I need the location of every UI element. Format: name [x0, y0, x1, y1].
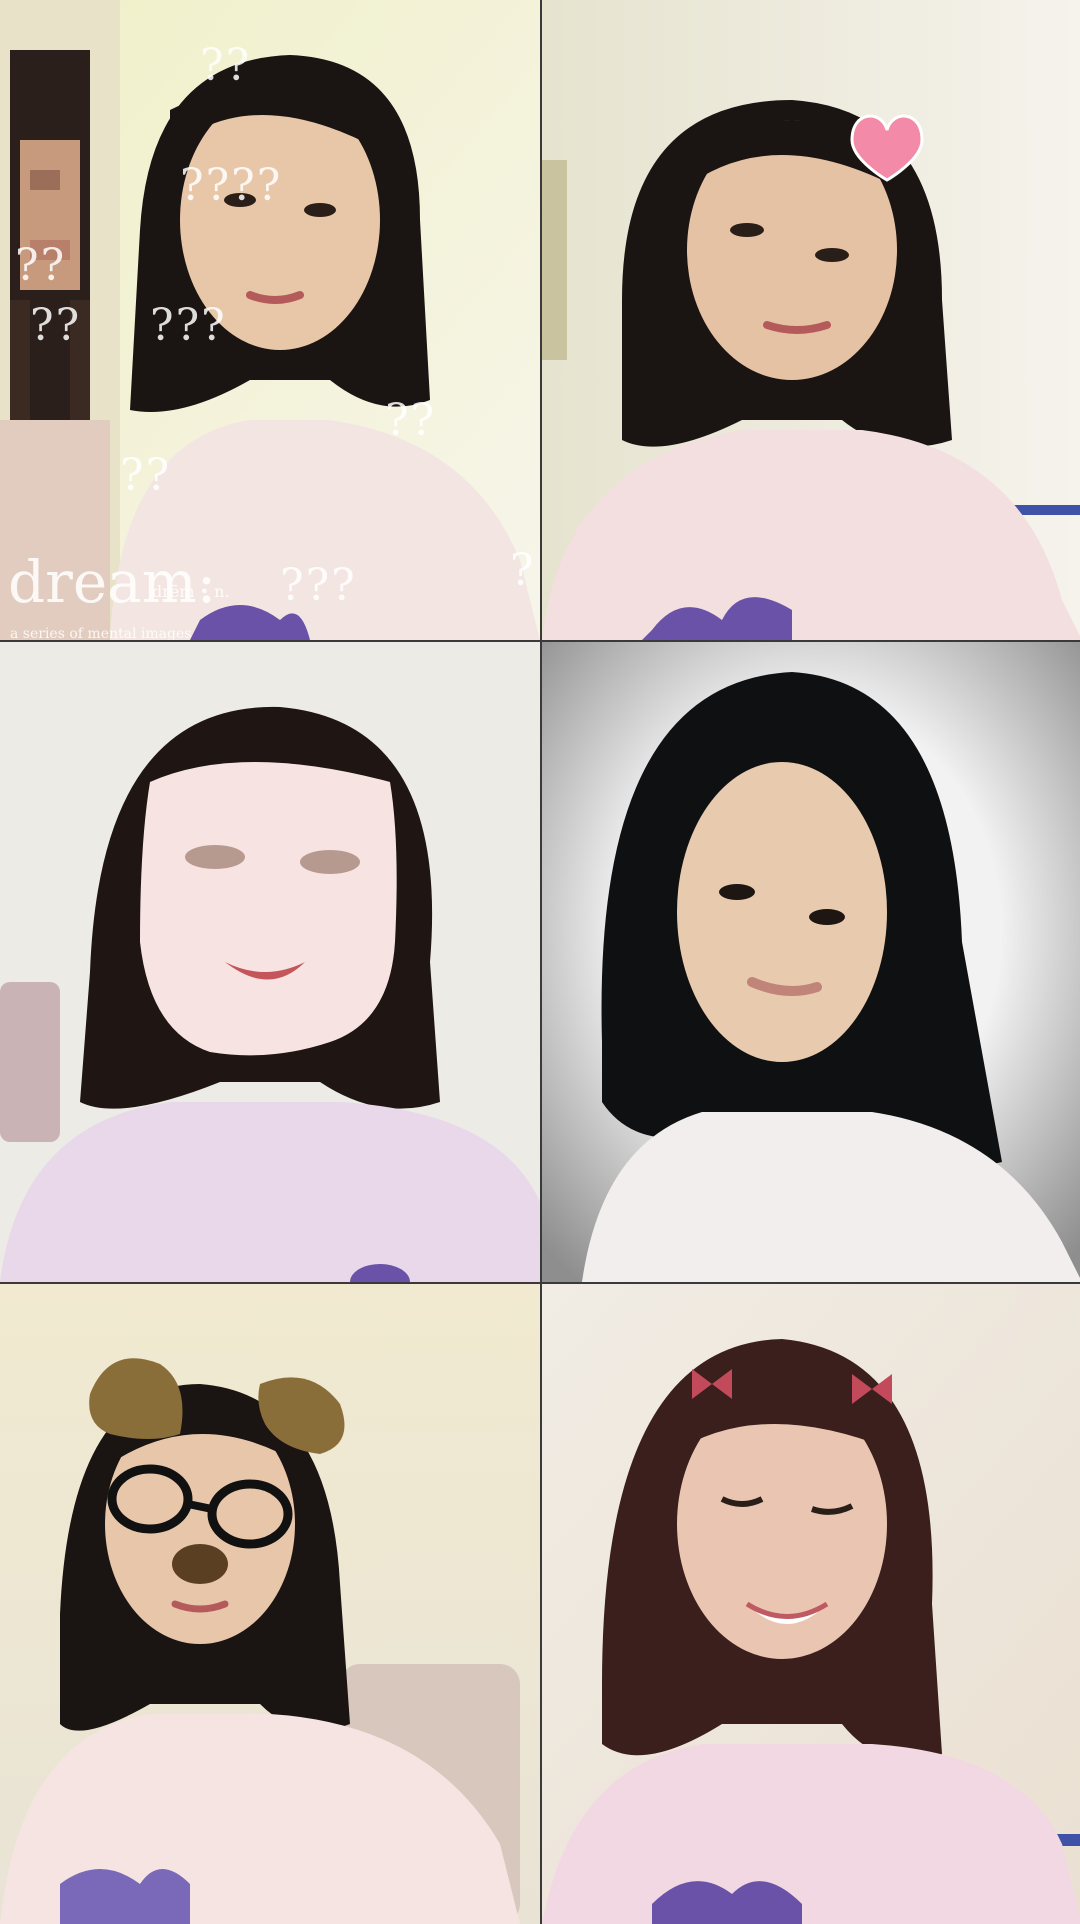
selfie-photo-6 [542, 1284, 1080, 1924]
question-mark-text: ??? [150, 300, 227, 351]
puppy-nose [172, 1544, 228, 1584]
selfie-photo-5 [0, 1284, 540, 1924]
photo-panel-puppy-filter [0, 1284, 540, 1924]
photo-panel-face-mask [0, 642, 540, 1282]
question-mark-text: ?? [15, 240, 67, 291]
photo-panel-vignette [542, 642, 1080, 1282]
question-mark-text: ?? [385, 395, 437, 446]
dream-pronunciation: drēm • n. [152, 582, 230, 601]
photo-panel-question-marks: ?? ???? ??? ?? ?? ?? ?? ??? ? dream: drē… [0, 0, 540, 640]
question-mark-text: ? [510, 545, 536, 596]
question-mark-text: ?? [120, 450, 172, 501]
question-mark-text: ?? [200, 40, 252, 91]
question-mark-text: ??? [280, 560, 357, 611]
photo-collage: ?? ???? ??? ?? ?? ?? ?? ??? ? dream: drē… [0, 0, 1080, 1924]
dream-definition: a series of mental images [10, 626, 192, 640]
question-mark-text: ?? [30, 300, 82, 351]
selfie-photo-4 [542, 642, 1080, 1282]
photo-panel-heart-clip [542, 0, 1080, 640]
selfie-photo-3 [0, 642, 540, 1282]
selfie-photo-2 [542, 0, 1080, 640]
question-mark-text: ???? [180, 160, 283, 211]
photo-panel-hair-bows [542, 1284, 1080, 1924]
